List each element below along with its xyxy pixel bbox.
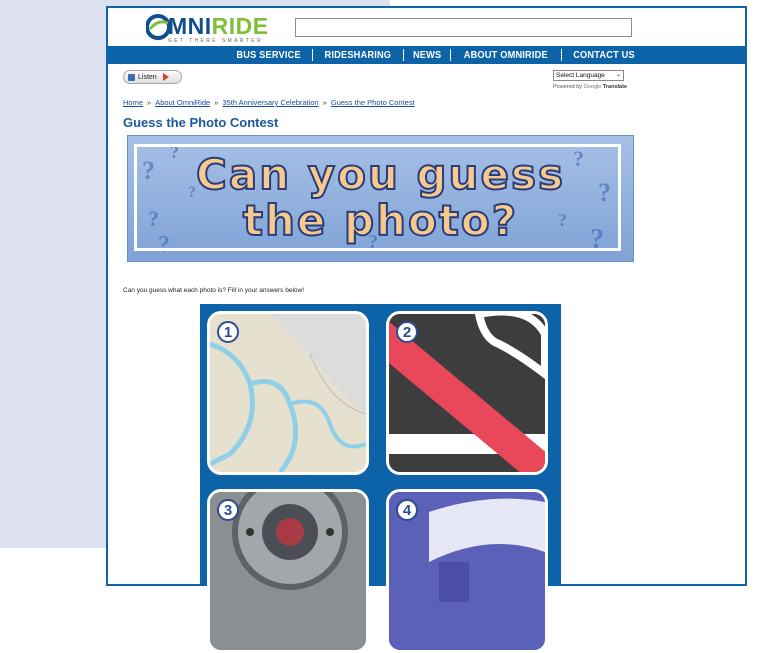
play-icon <box>162 73 169 81</box>
photo-tile-3: 3 <box>207 489 369 653</box>
page-background <box>0 0 110 548</box>
breadcrumb-separator: » <box>322 98 327 107</box>
photo-grid: 1 2 3 4 <box>200 304 561 653</box>
banner-headline-line1: Can you guess <box>195 149 565 200</box>
nav-ridesharing[interactable]: RIDESHARING <box>319 49 398 61</box>
photo-number-badge: 4 <box>396 499 418 521</box>
photo-tile-4: 4 <box>386 489 548 653</box>
google-logo: Google <box>583 84 602 90</box>
logo-omni: MNI <box>168 13 212 39</box>
logo-tagline: GET THERE SMARTER <box>168 38 263 44</box>
contest-banner: ? ? ? ? ? ? ? ? ? ? Can you guess the ph… <box>127 135 634 262</box>
listen-label: Listen <box>138 73 157 81</box>
nav-divider <box>312 49 314 61</box>
photo-tile-2: 2 <box>386 311 548 475</box>
nav-divider <box>560 49 562 61</box>
breadcrumb: Home» About OmniRide» 35th Anniversary Cel… <box>123 98 415 107</box>
photo-number-badge: 3 <box>217 499 239 521</box>
nav-divider <box>450 49 452 61</box>
breadcrumb-separator: » <box>147 98 152 107</box>
photo-number-badge: 2 <box>396 321 418 343</box>
nav-divider <box>402 49 404 61</box>
speaker-icon <box>128 73 135 81</box>
photo-tile-1: 1 <box>207 311 369 475</box>
photo-number-badge: 1 <box>217 321 239 343</box>
nav-contact-us[interactable]: CONTACT US <box>567 49 641 61</box>
nav-bus-service[interactable]: BUS SERVICE <box>230 49 307 61</box>
intro-text: Can you guess what each photo is? Fill i… <box>123 287 305 294</box>
listen-button[interactable]: Listen <box>123 70 182 84</box>
logo-wordmark[interactable]: MNIRIDE <box>168 13 269 40</box>
search-input[interactable] <box>295 18 632 37</box>
powered-by-google: Powered by Google Translate <box>553 84 627 90</box>
logo-ride: RIDE <box>211 13 269 39</box>
main-nav: BUS SERVICE RIDESHARING NEWS ABOUT OMNIR… <box>225 46 646 64</box>
banner-headline-line2: the photo? <box>242 195 519 246</box>
breadcrumb-about[interactable]: About OmniRide <box>155 98 210 107</box>
breadcrumb-separator: » <box>214 98 219 107</box>
language-select[interactable]: Select Language ⌄ <box>553 70 624 81</box>
page-title: Guess the Photo Contest <box>123 115 279 130</box>
powered-by-text: Powered by <box>553 84 583 90</box>
breadcrumb-current[interactable]: Guess the Photo Contest <box>331 98 415 107</box>
nav-about-omniride[interactable]: ABOUT OMNIRIDE <box>458 49 554 61</box>
language-select-value: Select Language <box>556 72 605 79</box>
breadcrumb-anniversary[interactable]: 35th Anniversary Celebration <box>222 98 318 107</box>
chevron-down-icon: ⌄ <box>615 72 621 78</box>
breadcrumb-home[interactable]: Home <box>123 98 143 107</box>
translate-link[interactable]: Translate <box>603 84 627 90</box>
nav-news[interactable]: NEWS <box>407 49 448 61</box>
